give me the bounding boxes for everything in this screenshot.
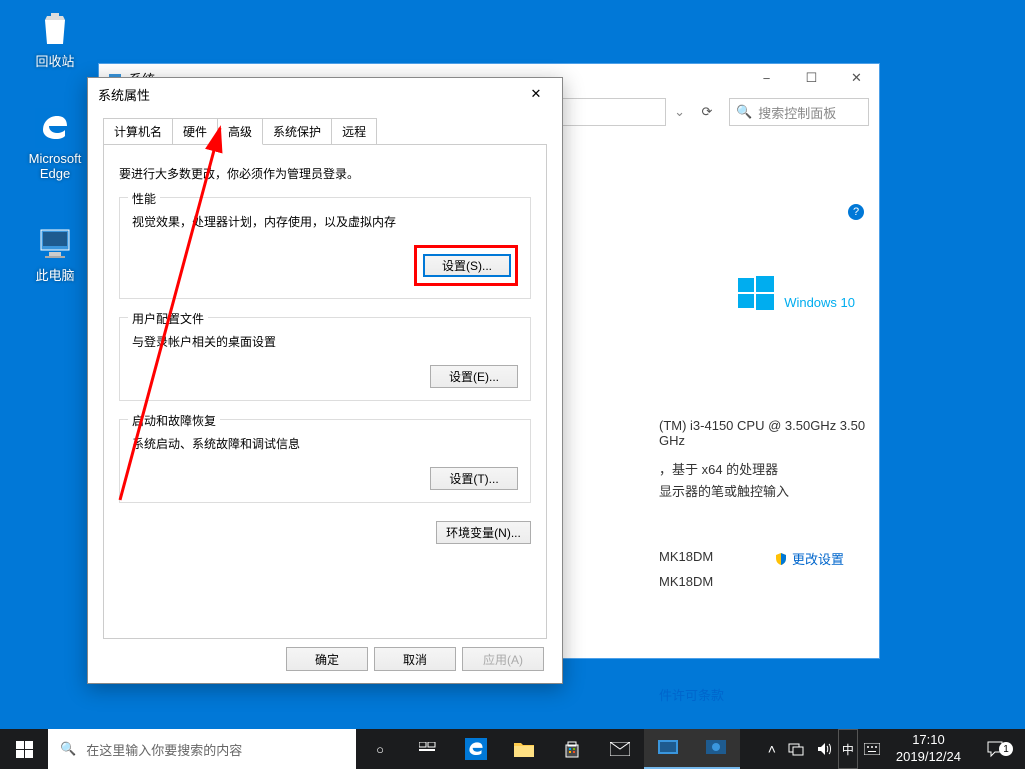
- clock-date: 2019/12/24: [896, 749, 961, 766]
- search-placeholder: 在这里输入你要搜索的内容: [86, 740, 242, 759]
- taskbar: 🔍 在这里输入你要搜索的内容 ○ ˄ 中 17:10 2019/12: [0, 729, 1025, 769]
- startup-recovery-settings-button[interactable]: 设置(T)...: [430, 467, 518, 490]
- system-properties-dialog: 系统属性 ✕ 计算机名 硬件 高级 系统保护 远程 要进行大多数更改，你必须作为…: [87, 77, 563, 684]
- change-settings-link[interactable]: 更改设置: [774, 549, 844, 568]
- taskbar-mail[interactable]: [596, 729, 644, 769]
- search-icon: 🔍: [736, 104, 752, 120]
- search-box[interactable]: 🔍 搜索控制面板: [729, 98, 869, 126]
- cancel-button[interactable]: 取消: [374, 647, 456, 671]
- system-tray: ˄ 中 17:10 2019/12/24 1: [762, 729, 1025, 769]
- tab-strip: 计算机名 硬件 高级 系统保护 远程: [88, 118, 562, 145]
- desktop-icon-edge[interactable]: Microsoft Edge: [20, 108, 90, 181]
- group-desc: 与登录帐户相关的桌面设置: [132, 333, 518, 350]
- tab-hardware[interactable]: 硬件: [172, 118, 218, 145]
- desktop-icon-recycle-bin[interactable]: 回收站: [20, 8, 90, 70]
- taskbar-clock[interactable]: 17:10 2019/12/24: [886, 732, 971, 766]
- close-button[interactable]: ✕: [834, 64, 879, 92]
- user-profile-settings-button[interactable]: 设置(E)...: [430, 365, 518, 388]
- edge-icon: [35, 108, 75, 148]
- group-title: 性能: [128, 190, 160, 207]
- cortana-button[interactable]: ○: [356, 729, 404, 769]
- tray-volume-icon[interactable]: [810, 729, 838, 769]
- clock-time: 17:10: [912, 732, 945, 749]
- taskbar-control-panel[interactable]: [644, 729, 692, 769]
- taskbar-system-properties[interactable]: [692, 729, 740, 769]
- tab-advanced[interactable]: 高级: [217, 118, 263, 145]
- performance-group: 性能 视觉效果，处理器计划，内存使用，以及虚拟内存 设置(S)...: [119, 197, 531, 299]
- notification-badge: 1: [999, 742, 1013, 756]
- tray-network-icon[interactable]: [782, 729, 810, 769]
- search-placeholder: 搜索控制面板: [758, 103, 836, 122]
- desktop-icon-label: 回收站: [35, 51, 74, 70]
- ok-button[interactable]: 确定: [286, 647, 368, 671]
- group-desc: 视觉效果，处理器计划，内存使用，以及虚拟内存: [132, 213, 518, 230]
- shield-icon: [774, 552, 788, 566]
- tab-remote[interactable]: 远程: [331, 118, 377, 145]
- computer-name-2: MK18DM: [659, 574, 713, 589]
- desktop-icon-this-pc[interactable]: 此电脑: [20, 222, 90, 284]
- taskbar-search[interactable]: 🔍 在这里输入你要搜索的内容: [48, 729, 356, 769]
- refresh-button[interactable]: ⟳: [693, 98, 721, 126]
- dialog-title-text: 系统属性: [98, 85, 150, 104]
- tab-panel-advanced: 要进行大多数更改，你必须作为管理员登录。 性能 视觉效果，处理器计划，内存使用，…: [103, 144, 547, 639]
- group-desc: 系统启动、系统故障和调试信息: [132, 435, 518, 452]
- taskbar-file-explorer[interactable]: [500, 729, 548, 769]
- performance-settings-button[interactable]: 设置(S)...: [423, 254, 511, 277]
- maximize-button[interactable]: ☐: [789, 64, 834, 92]
- task-view-button[interactable]: [404, 729, 452, 769]
- start-button[interactable]: [0, 729, 48, 769]
- apply-button[interactable]: 应用(A): [462, 647, 544, 671]
- search-icon: 🔍: [60, 741, 76, 757]
- group-title: 启动和故障恢复: [128, 412, 220, 429]
- tray-keyboard-icon[interactable]: [858, 729, 886, 769]
- user-profile-group: 用户配置文件 与登录帐户相关的桌面设置 设置(E)...: [119, 317, 531, 401]
- startup-recovery-group: 启动和故障恢复 系统启动、系统故障和调试信息 设置(T)...: [119, 419, 531, 503]
- environment-variables-button[interactable]: 环境变量(N)...: [436, 521, 531, 544]
- windows10-logo: Windows 10: [738, 274, 855, 316]
- cpu-info: (TM) i3-4150 CPU @ 3.50GHz 3.50 GHz: [659, 418, 879, 448]
- group-title: 用户配置文件: [128, 310, 208, 327]
- dialog-titlebar: 系统属性 ✕: [88, 78, 562, 110]
- tray-chevron-up[interactable]: ˄: [762, 729, 782, 769]
- dialog-close-button[interactable]: ✕: [520, 78, 552, 110]
- action-center-button[interactable]: 1: [971, 740, 1019, 758]
- tab-system-protection[interactable]: 系统保护: [262, 118, 332, 145]
- computer-name-1: MK18DM: [659, 549, 713, 564]
- admin-note: 要进行大多数更改，你必须作为管理员登录。: [119, 165, 531, 182]
- taskbar-edge[interactable]: [452, 729, 500, 769]
- pen-input: 显示器的笔或触控输入: [659, 481, 789, 500]
- minimize-button[interactable]: −: [744, 64, 789, 92]
- desktop-icon-label: 此电脑: [35, 265, 74, 284]
- tray-ime[interactable]: 中: [838, 729, 858, 769]
- taskbar-store[interactable]: [548, 729, 596, 769]
- help-icon[interactable]: ?: [848, 204, 864, 220]
- license-link[interactable]: 件许可条款: [659, 685, 724, 704]
- address-dropdown[interactable]: ⌄: [674, 104, 685, 120]
- this-pc-icon: [35, 222, 75, 262]
- desktop-icon-label: Microsoft Edge: [20, 151, 90, 181]
- tab-computer-name[interactable]: 计算机名: [103, 118, 173, 145]
- dialog-footer: 确定 取消 应用(A): [286, 647, 544, 671]
- recycle-bin-icon: [35, 8, 75, 48]
- system-type: ，基于 x64 的处理器: [659, 459, 778, 478]
